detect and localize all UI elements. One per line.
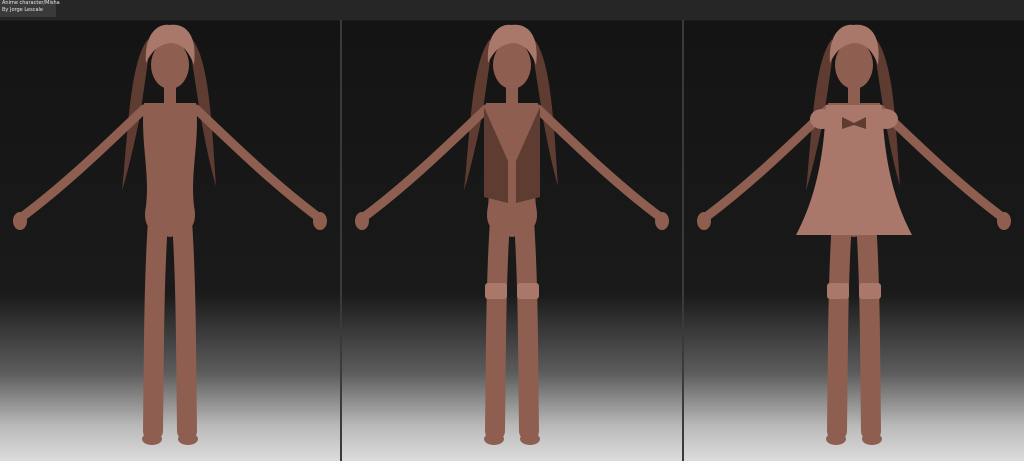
left-leg <box>827 211 852 441</box>
caption-title: Anime character/Misha <box>2 0 60 6</box>
character-figure <box>355 24 669 445</box>
figure-group <box>355 24 669 445</box>
caption-author: By Jorge Lescale <box>2 7 43 13</box>
left-boot-cuff <box>827 283 849 299</box>
character-figure <box>697 24 1011 445</box>
right-leg <box>172 211 197 441</box>
right-sleeve <box>874 109 898 129</box>
left-boot-cuff <box>485 283 507 299</box>
left-hand <box>13 212 27 230</box>
top-bar <box>0 0 1024 20</box>
right-hand <box>997 212 1011 230</box>
left-foot <box>826 433 846 445</box>
right-hand <box>313 212 327 230</box>
right-boot-cuff <box>517 283 539 299</box>
left-leg <box>485 211 510 441</box>
right-foot <box>178 433 198 445</box>
left-sleeve <box>810 109 834 129</box>
right-foot <box>520 433 540 445</box>
right-foot <box>862 433 882 445</box>
left-hand <box>697 212 711 230</box>
left-foot <box>484 433 504 445</box>
panel-dress <box>684 21 1024 461</box>
right-boot-cuff <box>859 283 881 299</box>
panel-swimsuit <box>342 21 682 461</box>
right-leg <box>856 211 881 441</box>
left-hand <box>355 212 369 230</box>
right-leg <box>514 211 539 441</box>
left-foot <box>142 433 162 445</box>
torso <box>143 103 197 237</box>
figure-group <box>13 24 327 445</box>
panel-base-body <box>0 21 340 461</box>
character-figure <box>13 24 327 445</box>
right-hand <box>655 212 669 230</box>
caption-box: Anime character/Misha By Jorge Lescale <box>0 0 60 17</box>
figure-group <box>697 24 1011 445</box>
left-leg <box>143 211 168 441</box>
